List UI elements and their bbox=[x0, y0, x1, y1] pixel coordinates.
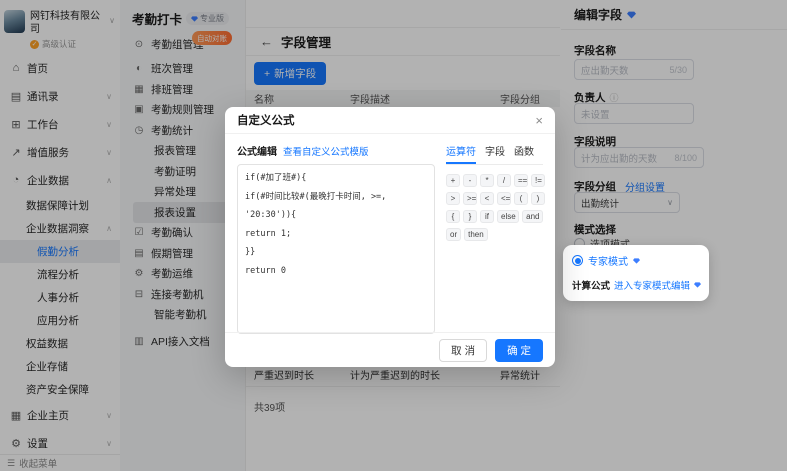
operator-brace-close[interactable]: } bbox=[463, 210, 477, 223]
operator-divide[interactable]: / bbox=[497, 174, 511, 187]
operator-not-equal[interactable]: != bbox=[531, 174, 545, 187]
formula-code-editor[interactable]: if(#加了班#){ if(#时间比较#(最晚打卡时间, >=, '20:30'… bbox=[237, 164, 435, 334]
enter-expert-mode-link[interactable]: 进入专家模式编辑 bbox=[614, 278, 690, 292]
tab-fields[interactable]: 字段 bbox=[485, 143, 505, 164]
operator-lte[interactable]: <= bbox=[497, 192, 511, 205]
expert-mode-spotlight: 专家模式 计算公式 进入专家模式编辑 bbox=[563, 245, 709, 301]
tab-functions[interactable]: 函数 bbox=[514, 143, 534, 164]
code-line: return 1; bbox=[245, 225, 427, 244]
operator-else[interactable]: else bbox=[497, 210, 519, 223]
operator-then[interactable]: then bbox=[464, 228, 488, 241]
operator-multiply[interactable]: * bbox=[480, 174, 494, 187]
modal-title: 自定义公式 bbox=[237, 112, 295, 128]
operator-or[interactable]: or bbox=[446, 228, 461, 241]
radio-selected-icon bbox=[572, 255, 583, 266]
operator-minus[interactable]: - bbox=[463, 174, 477, 187]
view-formula-template-link[interactable]: 查看自定义公式模版 bbox=[283, 144, 369, 158]
operator-brace-open[interactable]: { bbox=[446, 210, 460, 223]
app-window: 网钉科技有限公司 ✓ 高级认证 ∨ ⌂ 首页 ▤ 通讯录 ∨ ⊞ 工作台 ∨ bbox=[0, 0, 787, 471]
expert-mode-radio[interactable]: 专家模式 bbox=[572, 253, 700, 268]
formula-label: 计算公式 bbox=[572, 278, 610, 292]
code-line: if(#加了班#){ bbox=[245, 169, 427, 188]
operator-if[interactable]: if bbox=[480, 210, 494, 223]
formula-editor-label: 公式编辑 bbox=[237, 143, 277, 158]
confirm-button[interactable]: 确 定 bbox=[495, 339, 543, 362]
code-line: return 0 bbox=[245, 262, 427, 281]
code-line: if(#时间比较#(最晚打卡时间, >=, '20:30')){ bbox=[245, 188, 427, 225]
vip-diamond-icon bbox=[633, 258, 640, 264]
operator-lt[interactable]: < bbox=[480, 192, 494, 205]
vip-diamond-icon bbox=[694, 282, 701, 288]
operator-and[interactable]: and bbox=[522, 210, 543, 223]
code-line: }} bbox=[245, 243, 427, 262]
tab-operators[interactable]: 运算符 bbox=[446, 143, 476, 164]
operator-paren-open[interactable]: ( bbox=[514, 192, 528, 205]
operator-plus[interactable]: + bbox=[446, 174, 460, 187]
insert-tabs: 运算符 字段 函数 bbox=[446, 143, 543, 165]
operator-paren-close[interactable]: ) bbox=[531, 192, 545, 205]
close-icon[interactable]: × bbox=[535, 113, 543, 128]
custom-formula-modal: 自定义公式 × 公式编辑 查看自定义公式模版 if(#加了班#){ if(#时间… bbox=[225, 107, 555, 367]
cancel-button[interactable]: 取 消 bbox=[439, 339, 487, 362]
operator-gte[interactable]: >= bbox=[463, 192, 477, 205]
operator-equal[interactable]: == bbox=[514, 174, 528, 187]
operator-gt[interactable]: > bbox=[446, 192, 460, 205]
